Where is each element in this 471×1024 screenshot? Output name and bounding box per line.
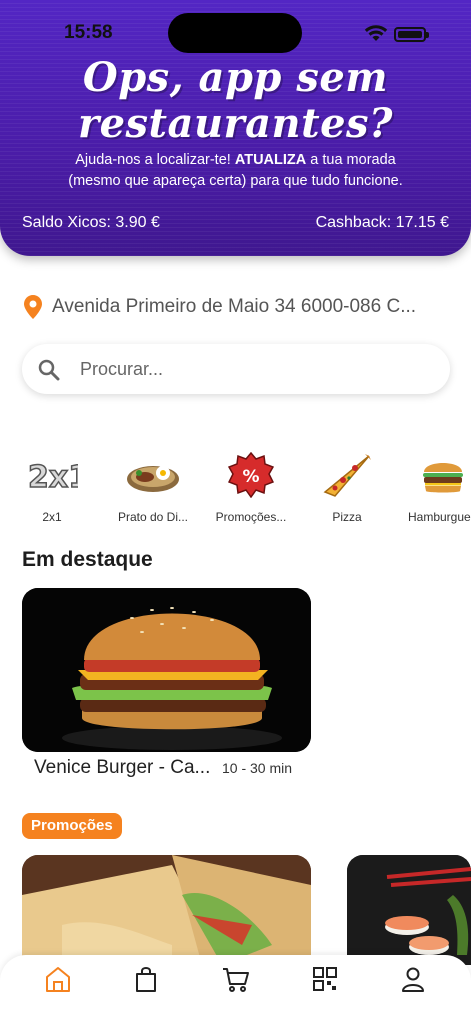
- percent-badge-icon: %: [228, 452, 274, 498]
- category-2x1[interactable]: 2x1 2x1: [7, 446, 97, 524]
- burger-photo: [22, 588, 311, 752]
- category-label: Prato do Di...: [117, 510, 189, 524]
- banner-headline-line1: Ops, app sem: [82, 54, 389, 101]
- svg-text:2x1: 2x1: [28, 460, 78, 495]
- update-address-banner[interactable]: 15:58 Ops, app sem restaurantes? Ajuda-n…: [0, 0, 471, 256]
- delivery-address[interactable]: Avenida Primeiro de Maio 34 6000-086 C..…: [24, 293, 454, 321]
- saldo-xicos: Saldo Xicos: 3.90 €: [22, 214, 160, 231]
- search-bar[interactable]: [22, 344, 450, 394]
- banner-headline-line2: restaurantes?: [78, 100, 393, 147]
- location-pin-icon: [24, 295, 42, 319]
- banner-subtitle-bold: ATUALIZA: [234, 152, 307, 168]
- cashback-balance: Cashback: 17.15 €: [315, 214, 449, 231]
- status-time: 15:58: [64, 22, 113, 43]
- status-bar: 15:58: [0, 0, 471, 54]
- pizza-icon: [323, 454, 371, 497]
- category-label: Pizza: [332, 510, 362, 524]
- category-prato-do-dia[interactable]: Prato do Di...: [108, 446, 198, 524]
- category-label: Hamburgue: [408, 510, 471, 524]
- 2x1-icon: 2x1: [27, 459, 78, 495]
- promo-card-wrap[interactable]: [22, 855, 311, 965]
- search-input[interactable]: [78, 344, 438, 394]
- featured-restaurant-name: Venice Burger - Ca...: [34, 757, 211, 778]
- battery-icon: [394, 27, 429, 42]
- category-label: 2x1: [42, 510, 62, 524]
- qr-icon[interactable]: [311, 965, 339, 993]
- bag-icon[interactable]: [132, 965, 160, 993]
- sushi-photo: [347, 855, 471, 965]
- dynamic-island: [168, 13, 302, 53]
- burger-icon: [423, 463, 463, 493]
- category-hamburguer[interactable]: Hamburgue: [398, 446, 471, 524]
- home-icon[interactable]: [44, 965, 72, 993]
- wifi-icon: [364, 25, 388, 41]
- category-pizza[interactable]: Pizza: [302, 446, 392, 524]
- user-icon[interactable]: [399, 965, 427, 993]
- address-text: Avenida Primeiro de Maio 34 6000-086 C..…: [52, 296, 417, 317]
- banner-subtitle: Ajuda-nos a localizar-te! ATUALIZA a tua…: [0, 150, 471, 192]
- banner-subtitle-part2: a tua morada: [306, 152, 396, 168]
- promo-card-sushi[interactable]: [347, 855, 471, 965]
- plate-icon: [127, 466, 179, 492]
- search-icon: [38, 359, 60, 381]
- banner-subtitle-line2: (mesmo que apareça certa) para que tudo …: [68, 173, 403, 189]
- cart-icon[interactable]: [222, 965, 250, 993]
- promotions-badge: Promoções: [22, 813, 122, 839]
- category-carousel[interactable]: 2x1 2x1 Prato do Di... % Promoções...: [0, 446, 471, 526]
- banner-subtitle-part1: Ajuda-nos a localizar-te!: [75, 152, 235, 168]
- category-promocoes[interactable]: % Promoções...: [206, 446, 296, 524]
- featured-section-title: Em destaque: [22, 548, 153, 571]
- category-label: Promoções...: [215, 510, 287, 524]
- featured-delivery-time: 10 - 30 min: [222, 760, 293, 776]
- bottom-navigation: [0, 955, 471, 1024]
- wrap-photo: [22, 855, 311, 965]
- featured-restaurant-card[interactable]: [22, 588, 311, 752]
- svg-text:%: %: [242, 467, 259, 487]
